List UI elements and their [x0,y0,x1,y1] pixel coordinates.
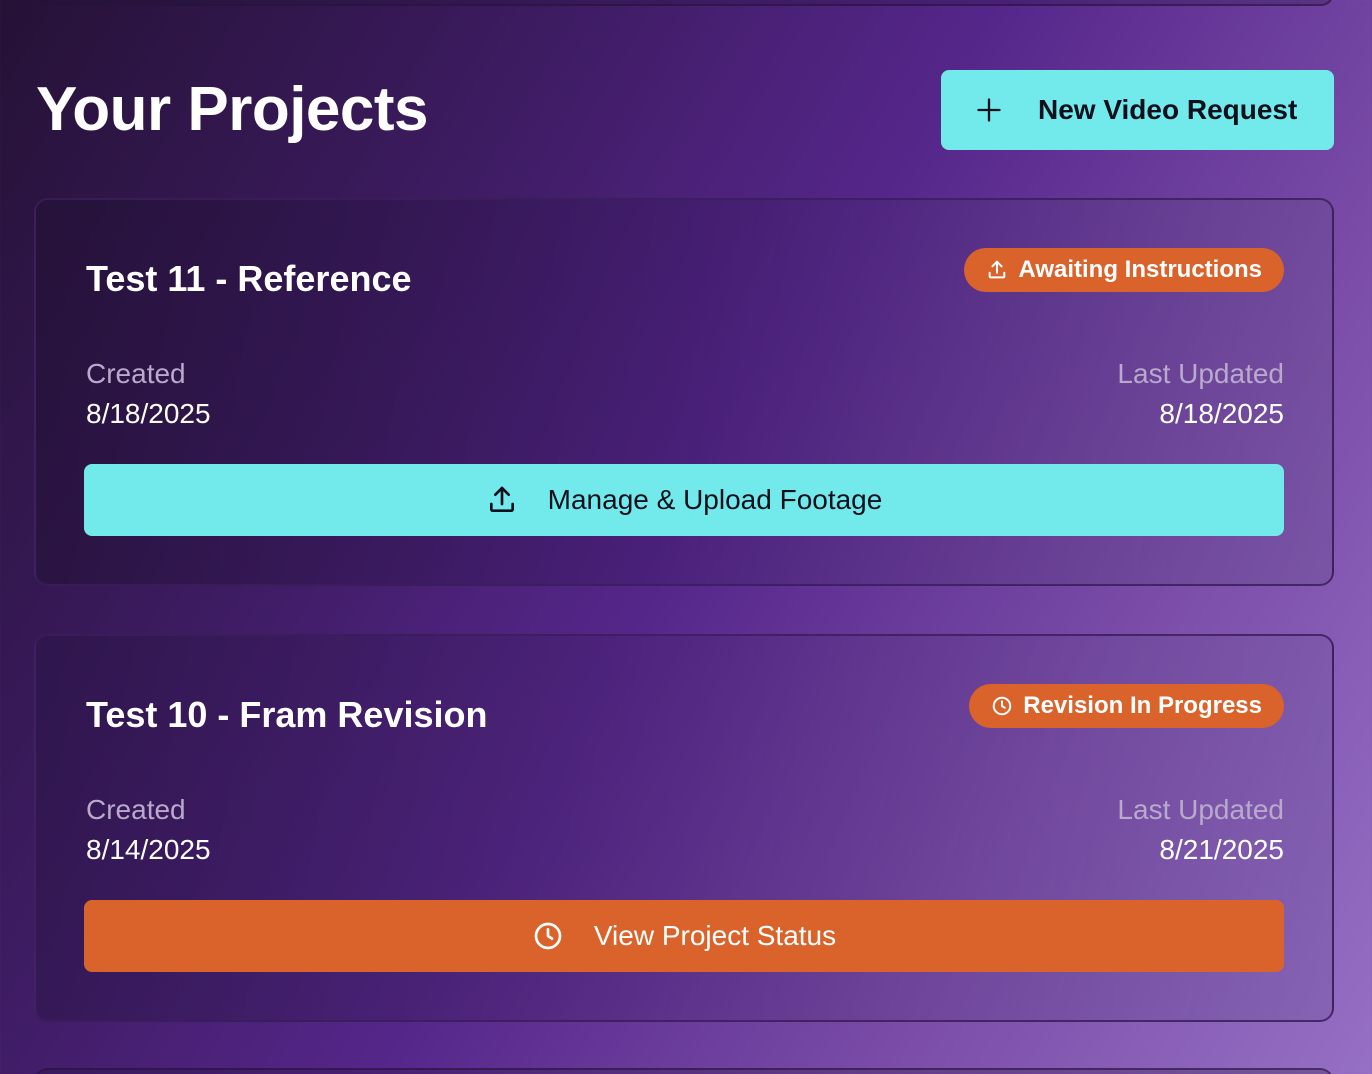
last-updated-date: 8/21/2025 [1159,834,1284,865]
status-badge: Awaiting Instructions [964,248,1284,292]
last-updated-label: Last Updated [1117,794,1284,825]
next-card-edge [34,1068,1334,1074]
project-card: Test 11 - Reference Awaiting Instruction… [34,198,1334,586]
status-badge-label: Revision In Progress [1023,692,1262,719]
created-label: Created [86,358,186,389]
new-video-request-label: New Video Request [1038,94,1298,125]
created-label: Created [86,794,186,825]
page-title: Your Projects [36,75,429,144]
plus-icon [977,98,1001,122]
last-updated-date: 8/18/2025 [1159,398,1284,429]
project-card: Test 10 - Fram Revision Revision In Prog… [34,634,1334,1022]
upload-icon [989,260,1006,279]
last-updated-label: Last Updated [1117,358,1284,389]
manage-upload-footage-button[interactable]: Manage & Upload Footage [84,464,1284,536]
status-badge-label: Awaiting Instructions [1018,256,1262,283]
action-button-label: Manage & Upload Footage [547,484,883,515]
view-project-status-button[interactable]: View Project Status [84,900,1284,972]
created-date: 8/14/2025 [86,834,211,865]
upload-icon [489,486,514,512]
project-title: Test 10 - Fram Revision [86,694,488,735]
project-title: Test 11 - Reference [86,258,412,299]
status-badge: Revision In Progress [969,684,1284,728]
clock-icon [534,922,562,950]
new-video-request-button[interactable]: New Video Request [941,70,1334,150]
page-header: Your Projects New Video Request [36,70,1334,150]
action-button-label: View Project Status [593,920,837,951]
previous-card-edge [34,0,1334,6]
created-date: 8/18/2025 [86,398,211,429]
clock-icon [992,696,1012,716]
